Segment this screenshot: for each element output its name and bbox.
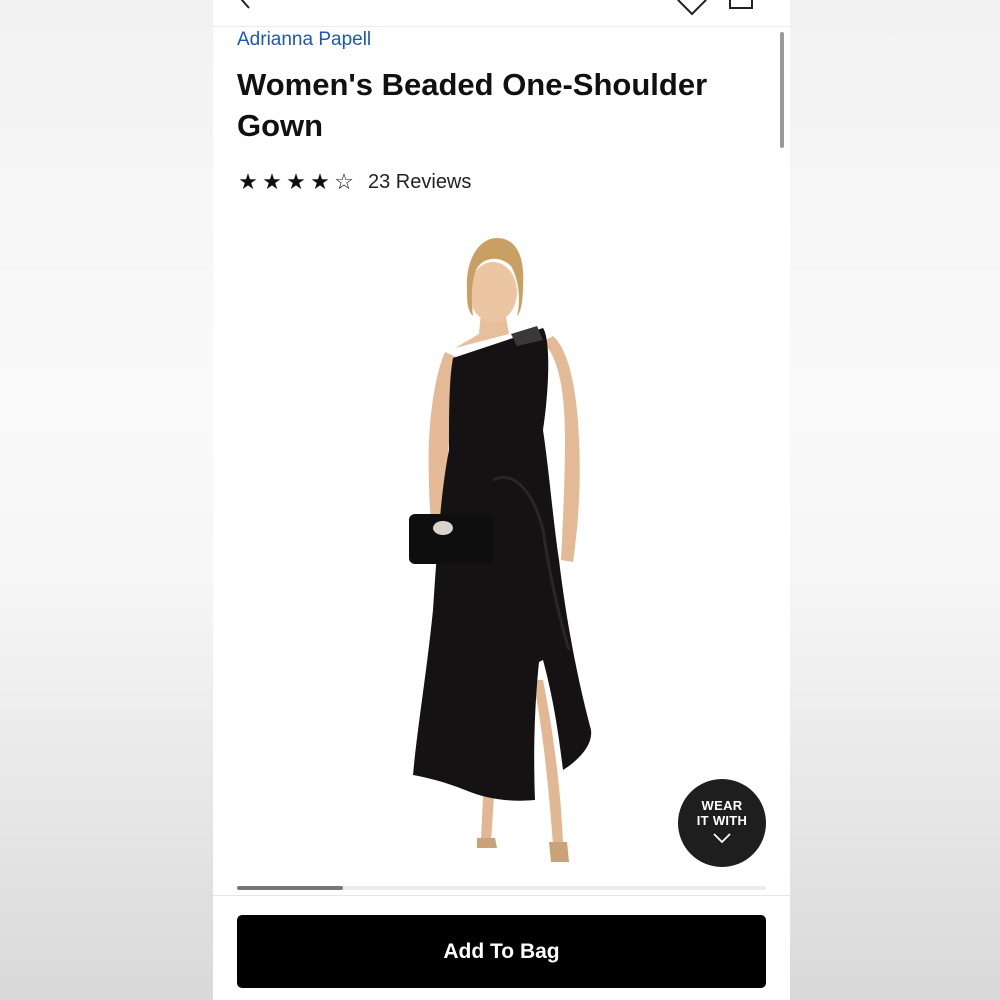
add-to-bag-button[interactable]: Add To Bag	[237, 915, 766, 988]
wear-it-with-button[interactable]: WEAR IT WITH	[678, 779, 766, 867]
product-title: Women's Beaded One-Shoulder Gown	[237, 67, 708, 143]
rating-row[interactable]: ★ ★ ★ ★ ☆ 23 Reviews	[237, 169, 471, 195]
star-filled-icon: ★	[310, 169, 330, 194]
star-rating: ★ ★ ★ ★ ☆	[237, 171, 355, 193]
product-image[interactable]	[393, 230, 623, 870]
clutch-brooch	[433, 521, 453, 535]
background-left	[0, 0, 213, 1000]
heart-icon[interactable]	[675, 0, 709, 16]
scrollbar[interactable]	[780, 32, 784, 148]
reviews-link[interactable]: 23 Reviews	[368, 171, 471, 194]
gallery-progress-fill	[237, 886, 343, 890]
wear-it-with-line1: WEAR	[701, 798, 743, 813]
star-filled-icon: ★	[286, 169, 306, 194]
gallery-progress-track	[237, 886, 766, 890]
chevron-down-icon	[713, 833, 731, 844]
product-page: Adrianna Papell Women's Beaded One-Shoul…	[213, 0, 790, 1000]
shopping-bag-icon[interactable]	[728, 0, 754, 10]
face	[469, 262, 517, 322]
background-right	[790, 0, 1000, 1000]
star-empty-icon: ☆	[334, 169, 354, 194]
divider	[213, 895, 790, 896]
brand-link[interactable]: Adrianna Papell	[237, 29, 371, 51]
star-filled-icon: ★	[238, 169, 258, 194]
back-arrow-icon[interactable]	[237, 0, 255, 10]
top-navigation-bar	[213, 0, 790, 27]
clutch	[409, 514, 493, 564]
star-filled-icon: ★	[262, 169, 282, 194]
wear-it-with-line2: IT WITH	[696, 813, 748, 828]
